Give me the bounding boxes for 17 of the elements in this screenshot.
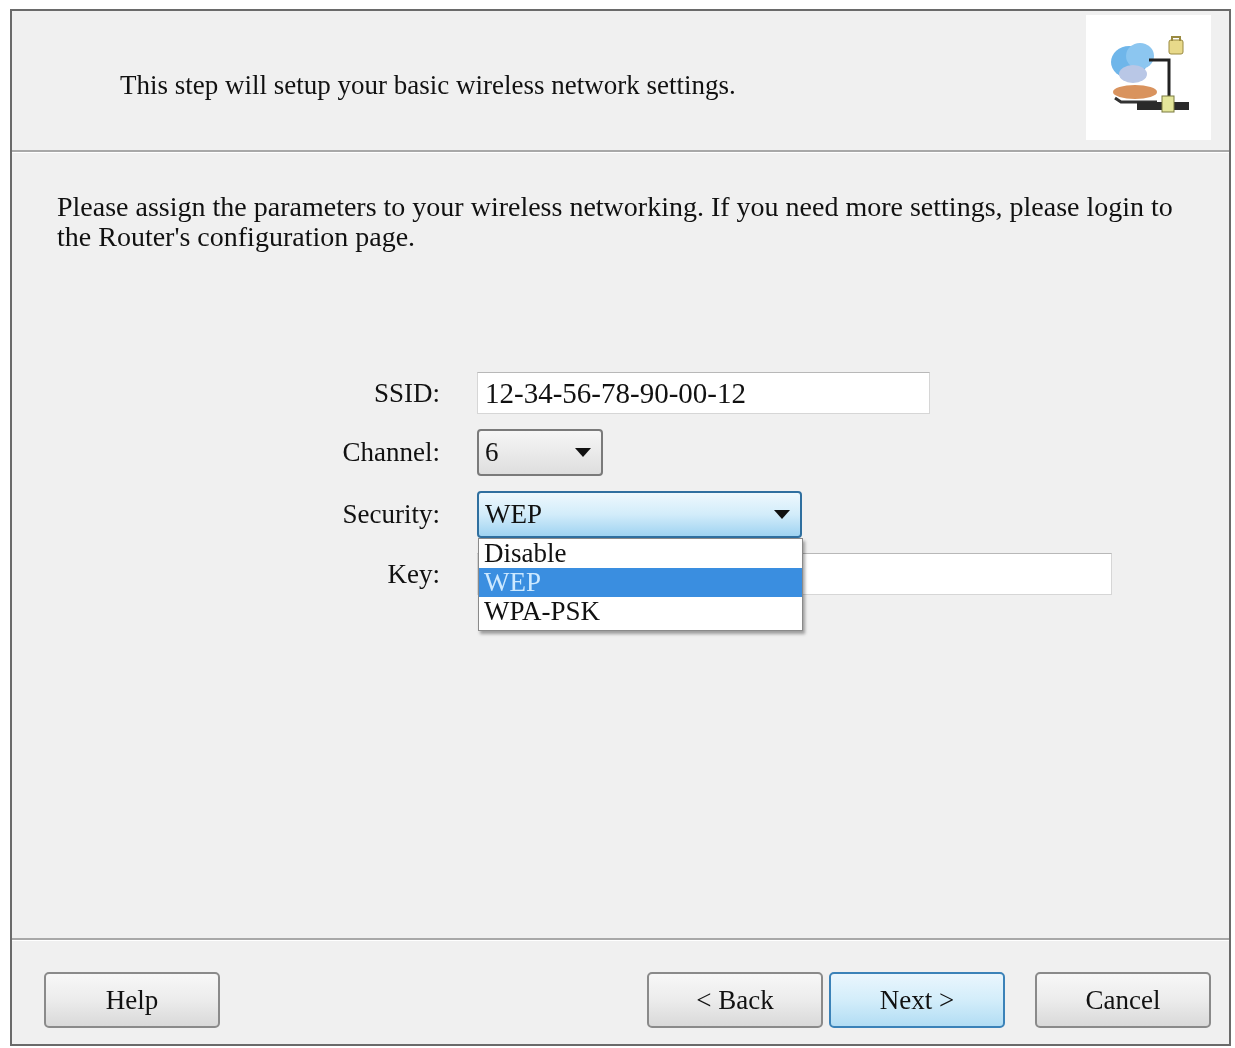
caret-icon [774,510,790,519]
dialog-button[interactable]: Next > [829,972,1005,1028]
dropdown-option[interactable]: Disable [479,539,802,568]
field-label: Key: [387,558,440,590]
dropdown[interactable]: WEP [477,491,802,538]
dialog-button[interactable]: Cancel [1035,972,1211,1028]
caret-icon [575,448,591,457]
field-label: Channel: [342,437,440,468]
dialog-button[interactable]: Help [44,972,220,1028]
dialog-button[interactable]: < Back [647,972,823,1028]
instructions-text: Please assign the parameters to your wireless networking. If you need more settings, please login to the Router's configuration page. [57,192,1174,252]
input-field[interactable]: 12-34-56-78-90-00-12 [477,372,930,414]
header-description: This step will setup your basic wireless network settings. [120,70,736,101]
dropdown[interactable]: 6 [477,429,603,476]
field-label: SSID: [373,377,440,409]
dropdown-option[interactable]: WPA-PSK [479,597,802,626]
field-label: Security: [342,499,440,530]
